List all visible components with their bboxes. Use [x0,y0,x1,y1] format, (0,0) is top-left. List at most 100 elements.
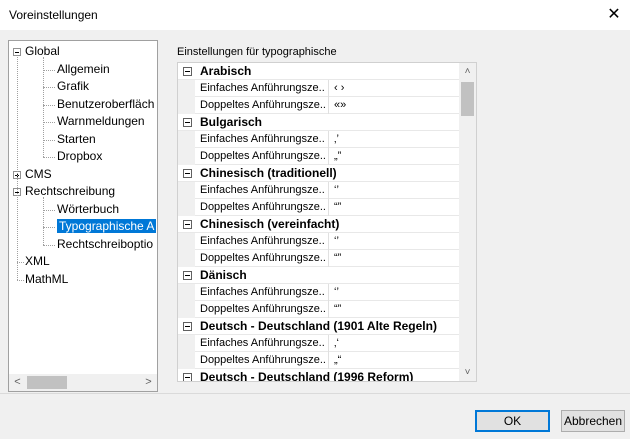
grid-property-row[interactable]: Einfaches Anführungsze... ‘’ [178,233,461,250]
grid-property-row[interactable]: Doppeltes Anführungsze... “” [178,301,461,318]
scrollbar-thumb[interactable] [461,82,474,116]
tree-item-cms[interactable]: CMS [25,166,52,183]
category-label: Deutsch - Deutschland (1996 Reform) [200,370,414,382]
collapse-icon[interactable] [183,169,192,178]
tree-horizontal-scrollbar[interactable]: < > [9,374,157,391]
settings-tree[interactable]: Global Allgemein Grafik Benutzeroberfläch Wa… [8,40,158,392]
cancel-button[interactable]: Abbrechen [561,410,625,432]
collapse-icon[interactable] [183,118,192,127]
property-value[interactable]: ‚‘ [334,335,339,352]
grid-property-row[interactable]: Einfaches Anführungsze... ‹ › [178,80,461,97]
tree-connector [43,157,55,158]
tree-item-rechtschreiboptio[interactable]: Rechtschreiboptio [57,236,153,253]
grid-category[interactable]: Deutsch - Deutschland (1901 Alte Regeln) [178,318,461,335]
tree-item-warnmeldungen[interactable]: Warnmeldungen [57,113,145,130]
property-value[interactable]: “” [334,199,341,216]
column-separator [328,335,329,352]
column-separator [328,80,329,97]
collapse-icon[interactable] [183,373,192,381]
property-value[interactable]: ‘’ [334,182,339,199]
column-separator [328,352,329,369]
property-value[interactable]: ‚’ [334,131,339,148]
tree-item-label: CMS [25,166,52,181]
row-gutter [178,233,195,250]
tree-connector [43,57,44,157]
grid-group-label: Einstellungen für typographische [177,46,337,58]
scroll-down-icon[interactable]: ˅ [459,364,476,381]
collapse-icon[interactable] [13,48,21,56]
tree-item-typographische-a[interactable]: Typographische A [57,218,157,235]
property-name: Doppeltes Anführungsze... [200,201,325,213]
property-value[interactable]: „” [334,148,341,165]
tree-connector [43,244,55,246]
ok-button[interactable]: OK [475,410,550,432]
category-label: Chinesisch (vereinfacht) [200,217,340,231]
scrollbar-thumb[interactable] [27,376,67,389]
collapse-icon[interactable] [183,67,192,76]
category-label: Chinesisch (traditionell) [200,166,337,180]
tree-item-label: Typographische A [57,219,157,233]
collapse-icon[interactable] [183,322,192,331]
property-grid[interactable]: Arabisch Einfaches Anführungsze... ‹ › Dopp… [177,62,477,382]
grid-property-row[interactable]: Einfaches Anführungsze... ‘’ [178,284,461,301]
scroll-right-icon[interactable]: > [140,374,157,391]
tree-item-label: Rechtschreibung [25,184,116,198]
grid-category[interactable]: Dänisch [178,267,461,284]
tree-item-xml[interactable]: XML [25,253,50,270]
grid-category[interactable]: Chinesisch (vereinfacht) [178,216,461,233]
category-label: Dänisch [200,268,247,282]
collapse-icon[interactable] [183,271,192,280]
scroll-up-icon[interactable]: ˄ [459,63,476,80]
close-icon[interactable]: ✕ [604,5,624,25]
tree-item-mathml[interactable]: MathML [25,271,68,288]
grid-property-row[interactable]: Einfaches Anführungsze... ‘’ [178,182,461,199]
tree-connector [43,69,55,71]
property-value[interactable]: „“ [334,352,341,369]
tree-item-benutzeroberfläch[interactable]: Benutzeroberfläch [57,96,154,113]
tree-item-label: Starten [57,131,96,146]
row-gutter [178,284,195,301]
grid-category[interactable]: Chinesisch (traditionell) [178,165,461,182]
property-value[interactable]: ‹ › [334,80,344,97]
category-label: Bulgarisch [200,115,263,129]
row-gutter [178,182,195,199]
tree-item-wörterbuch[interactable]: Wörterbuch [57,201,119,218]
grid-property-row[interactable]: Doppeltes Anführungsze... “” [178,199,461,216]
grid-property-row[interactable]: Einfaches Anführungsze... ‚’ [178,131,461,148]
tree-item-label: Grafik [57,79,90,93]
tree-item-allgemein[interactable]: Allgemein [57,61,110,78]
tree-item-label: XML [25,254,50,268]
tree-item-rechtschreibung[interactable]: Rechtschreibung [25,183,115,200]
property-name: Einfaches Anführungsze... [200,286,325,298]
tree-item-label: Warnmeldungen [57,114,145,128]
grid-property-row[interactable]: Einfaches Anführungsze... ‚‘ [178,335,461,352]
collapse-icon[interactable] [183,220,192,229]
tree-item-grafik[interactable]: Grafik [57,78,89,95]
tree-item-label: MathML [25,271,69,286]
property-value[interactable]: “” [334,301,341,318]
grid-property-row[interactable]: Doppeltes Anführungsze... „“ [178,352,461,369]
grid-category[interactable]: Arabisch [178,63,461,80]
row-gutter [178,199,195,216]
property-value[interactable]: ‘’ [334,284,339,301]
column-separator [328,233,329,250]
tree-item-starten[interactable]: Starten [57,131,96,148]
window-title: Voreinstellungen [9,8,98,22]
property-value[interactable]: «» [334,97,346,114]
tree-item-label: Rechtschreiboptio [57,236,154,251]
grid-category[interactable]: Bulgarisch [178,114,461,131]
grid-category[interactable]: Deutsch - Deutschland (1996 Reform) [178,369,461,382]
scroll-left-icon[interactable]: < [9,374,26,391]
grid-property-row[interactable]: Doppeltes Anführungsze... „” [178,148,461,165]
row-gutter [178,301,195,318]
tree-item-dropbox[interactable]: Dropbox [57,148,102,165]
column-separator [328,301,329,318]
grid-property-row[interactable]: Doppeltes Anführungsze... “” [178,250,461,267]
grid-vertical-scrollbar[interactable]: ˄ ˅ [459,63,476,381]
row-gutter [178,250,195,267]
property-value[interactable]: ‘’ [334,233,339,250]
tree-connector [43,197,44,245]
grid-property-row[interactable]: Doppeltes Anführungsze... «» [178,97,461,114]
tree-item-label: Benutzeroberfläch [57,96,155,111]
property-value[interactable]: “” [334,250,341,267]
